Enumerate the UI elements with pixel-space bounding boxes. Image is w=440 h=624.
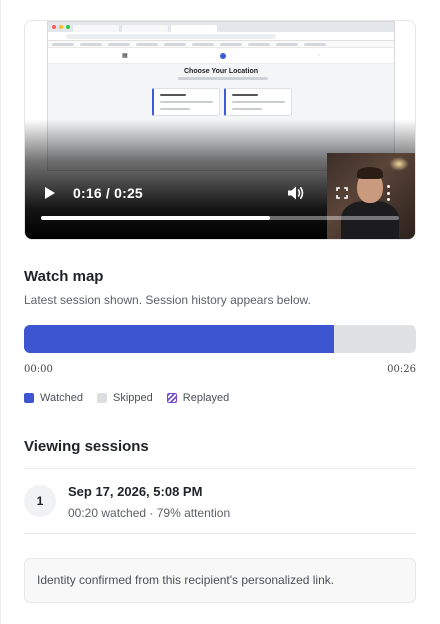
- recorded-location-card: [224, 88, 292, 116]
- recorded-step-indicator: [219, 52, 226, 59]
- more-options-icon[interactable]: [387, 185, 391, 201]
- recorded-site-logo: ▦: [122, 53, 128, 59]
- watch-map-bar: [24, 325, 416, 353]
- play-icon[interactable]: [45, 187, 55, 199]
- fullscreen-icon[interactable]: [336, 187, 348, 199]
- watched-segment: [24, 325, 334, 353]
- video-time-display: 0:16 / 0:25: [73, 185, 143, 201]
- session-meta: 00:20 watched · 79% attention: [68, 506, 231, 520]
- video-progress-fill: [41, 216, 271, 220]
- video-controls: 0:16 / 0:25: [25, 181, 415, 205]
- page-border: [0, 0, 1, 624]
- browser-bookmarks-bar: [48, 41, 394, 48]
- skipped-swatch: [97, 393, 108, 403]
- legend-replayed: Replayed: [166, 392, 229, 404]
- watched-swatch: [24, 393, 34, 403]
- watch-map-end-label: 00:26: [387, 364, 416, 375]
- session-index-badge: 1: [24, 485, 56, 517]
- video-progress-bar[interactable]: [41, 216, 399, 220]
- recorded-location-card: [152, 88, 220, 116]
- legend-skipped: Skipped: [97, 392, 153, 404]
- recorded-page-heading: Choose Your Location: [183, 68, 259, 75]
- watch-map-title: Watch map: [24, 268, 104, 285]
- watch-map-subtitle: Latest session shown. Session history ap…: [24, 293, 311, 307]
- replayed-swatch: [166, 393, 177, 403]
- divider: [24, 533, 416, 534]
- identity-note: Identity confirmed from this recipient's…: [24, 558, 416, 603]
- viewing-sessions-title: Viewing sessions: [24, 438, 149, 455]
- video-player[interactable]: ▦ · Choose Your Location 0:16 / 0:25: [24, 20, 416, 240]
- browser-tab-bar: [48, 22, 394, 32]
- recorded-site-header: ▦ ·: [48, 48, 394, 64]
- session-row[interactable]: 1 Sep 17, 2026, 5:08 PM 00:20 watched · …: [24, 480, 416, 528]
- volume-icon[interactable]: [287, 185, 305, 201]
- divider: [24, 468, 416, 469]
- watch-map-legend: Watched Skipped Replayed: [24, 392, 243, 404]
- session-date: Sep 17, 2026, 5:08 PM: [68, 484, 203, 499]
- browser-address-bar: [48, 32, 394, 41]
- watch-map-start-label: 00:00: [24, 364, 53, 375]
- legend-watched: Watched: [24, 392, 83, 404]
